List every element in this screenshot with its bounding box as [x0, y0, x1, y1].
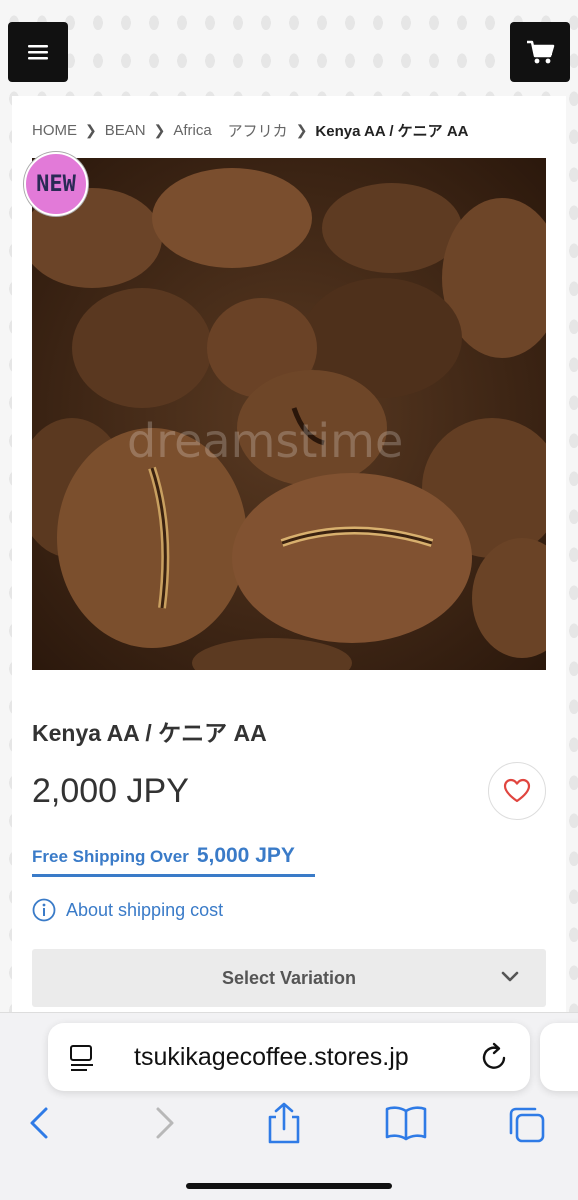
info-icon: [32, 898, 56, 922]
breadcrumb-africa[interactable]: Africa: [173, 122, 211, 139]
breadcrumb-africa-jp[interactable]: アフリカ: [228, 120, 288, 141]
image-watermark: dreamstime: [127, 414, 404, 468]
cart-icon: [527, 40, 555, 64]
breadcrumb: HOME ❯ BEAN ❯ Africa アフリカ ❯ Kenya AA / ケ…: [32, 120, 552, 141]
tabs-icon[interactable]: [506, 1105, 548, 1145]
free-shipping-banner: Free Shipping Over 5,000 JPY: [32, 844, 315, 877]
select-variation-label: Select Variation: [221, 967, 357, 988]
share-icon[interactable]: [264, 1101, 304, 1145]
reload-icon[interactable]: [480, 1041, 510, 1073]
select-variation-dropdown[interactable]: Select Variation: [32, 949, 546, 1007]
address-bar[interactable]: tsukikagecoffee.stores.jp: [48, 1023, 530, 1091]
home-indicator[interactable]: [186, 1183, 392, 1189]
safari-toolbar: tsukikagecoffee.stores.jp: [0, 1012, 578, 1200]
free-shipping-amount: 5,000 JPY: [196, 844, 295, 867]
chevron-right-icon: ❯: [85, 122, 97, 138]
cart-button[interactable]: [510, 22, 570, 82]
product-title: Kenya AA / ケニア AA: [32, 720, 267, 746]
forward-icon[interactable]: [150, 1105, 178, 1141]
product-card: HOME ❯ BEAN ❯ Africa アフリカ ❯ Kenya AA / ケ…: [12, 96, 566, 1012]
product-image[interactable]: dreamstime: [32, 158, 546, 670]
breadcrumb-bean[interactable]: BEAN: [105, 122, 146, 139]
about-shipping-link[interactable]: About shipping cost: [32, 898, 223, 922]
reader-mode-icon[interactable]: [68, 1043, 96, 1073]
product-price: 2,000 JPY: [32, 772, 189, 810]
next-tab-preview[interactable]: [540, 1023, 578, 1091]
free-shipping-label: Free Shipping Over: [32, 847, 189, 866]
chevron-right-icon: ❯: [153, 122, 166, 138]
back-icon[interactable]: [26, 1105, 54, 1141]
new-badge: NEW: [24, 152, 88, 216]
favorite-button[interactable]: [488, 762, 546, 820]
url-text[interactable]: tsukikagecoffee.stores.jp: [134, 1043, 409, 1072]
heart-icon: [503, 778, 531, 803]
about-shipping-label: About shipping cost: [66, 899, 224, 920]
chevron-down-icon: [501, 971, 519, 982]
bookmarks-icon[interactable]: [384, 1105, 428, 1141]
breadcrumb-home[interactable]: HOME: [32, 122, 77, 139]
menu-button[interactable]: [8, 22, 68, 82]
chevron-right-icon: ❯: [295, 122, 308, 138]
breadcrumb-current: Kenya AA / ケニア AA: [315, 123, 469, 140]
hamburger-icon: [28, 45, 48, 60]
